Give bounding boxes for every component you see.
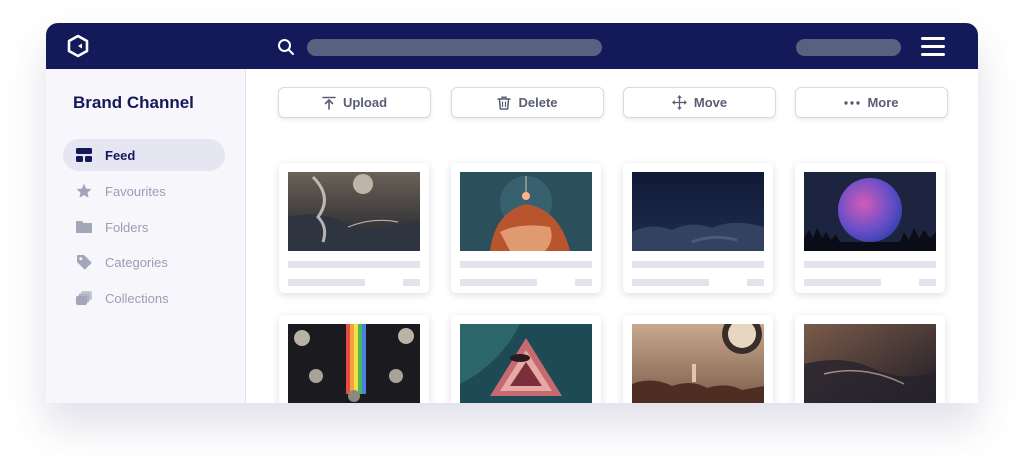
title-placeholder (632, 261, 764, 268)
media-card[interactable] (795, 315, 945, 403)
meta-placeholder (460, 279, 537, 286)
channel-title: Brand Channel (73, 93, 194, 112)
media-card[interactable] (279, 163, 429, 293)
search-icon[interactable] (277, 38, 295, 56)
upload-label: Upload (342, 95, 388, 110)
title-placeholder (460, 261, 592, 268)
sidebar: Brand Channel Feed Favourites Folders Ca… (46, 69, 246, 403)
sidebar-item-label: Folders (105, 219, 149, 235)
account-menu[interactable] (796, 39, 901, 56)
top-bar (46, 23, 978, 69)
search-input[interactable] (307, 39, 602, 56)
upload-button[interactable]: Upload (278, 87, 431, 118)
collections-icon (76, 291, 92, 305)
move-arrows-icon (671, 95, 687, 110)
meta-placeholder (632, 279, 709, 286)
meta-placeholder (288, 279, 365, 286)
tag-icon (77, 255, 92, 270)
meta-placeholder (403, 279, 420, 286)
more-label: More (867, 95, 899, 110)
delete-label: Delete (518, 95, 558, 110)
thumbnail-image[interactable] (460, 324, 592, 403)
media-card[interactable] (795, 163, 945, 293)
meta-placeholder (804, 279, 881, 286)
thumbnail-image[interactable] (632, 172, 764, 251)
thumbnail-image[interactable] (288, 172, 420, 251)
main-content: Upload Delete Move More (246, 69, 978, 403)
sidebar-item-label: Categories (105, 254, 168, 270)
media-card[interactable] (279, 315, 429, 403)
app-window: Brand Channel Feed Favourites Folders Ca… (46, 23, 978, 403)
thumbnail-image[interactable] (804, 324, 936, 403)
meta-placeholder (575, 279, 592, 286)
sidebar-item-feed[interactable]: Feed (63, 139, 225, 171)
thumbnail-image[interactable] (460, 172, 592, 251)
media-card[interactable] (451, 163, 601, 293)
thumbnail-image[interactable] (804, 172, 936, 251)
meta-placeholder (919, 279, 936, 286)
folder-icon (76, 221, 92, 233)
move-button[interactable]: Move (623, 87, 776, 118)
upload-icon (322, 96, 336, 110)
title-placeholder (804, 261, 936, 268)
title-placeholder (288, 261, 420, 268)
thumbnail-image[interactable] (632, 324, 764, 403)
hamburger-menu-icon[interactable] (921, 37, 945, 57)
sidebar-item-label: Collections (105, 290, 169, 306)
brand-logo-icon[interactable] (66, 34, 90, 58)
sidebar-item-categories[interactable]: Categories (63, 246, 225, 278)
feed-icon (76, 148, 92, 162)
media-card[interactable] (623, 315, 773, 403)
more-dots-icon (844, 100, 861, 105)
sidebar-item-collections[interactable]: Collections (63, 282, 225, 314)
star-icon (76, 183, 92, 198)
trash-icon (497, 96, 512, 110)
meta-placeholder (747, 279, 764, 286)
move-label: Move (693, 95, 728, 110)
sidebar-item-folders[interactable]: Folders (63, 211, 225, 243)
sidebar-item-label: Favourites (105, 183, 166, 199)
sidebar-item-favourites[interactable]: Favourites (63, 175, 225, 207)
media-card[interactable] (451, 315, 601, 403)
sidebar-item-label: Feed (105, 147, 136, 163)
media-card[interactable] (623, 163, 773, 293)
more-button[interactable]: More (795, 87, 948, 118)
thumbnail-image[interactable] (288, 324, 420, 403)
delete-button[interactable]: Delete (451, 87, 604, 118)
